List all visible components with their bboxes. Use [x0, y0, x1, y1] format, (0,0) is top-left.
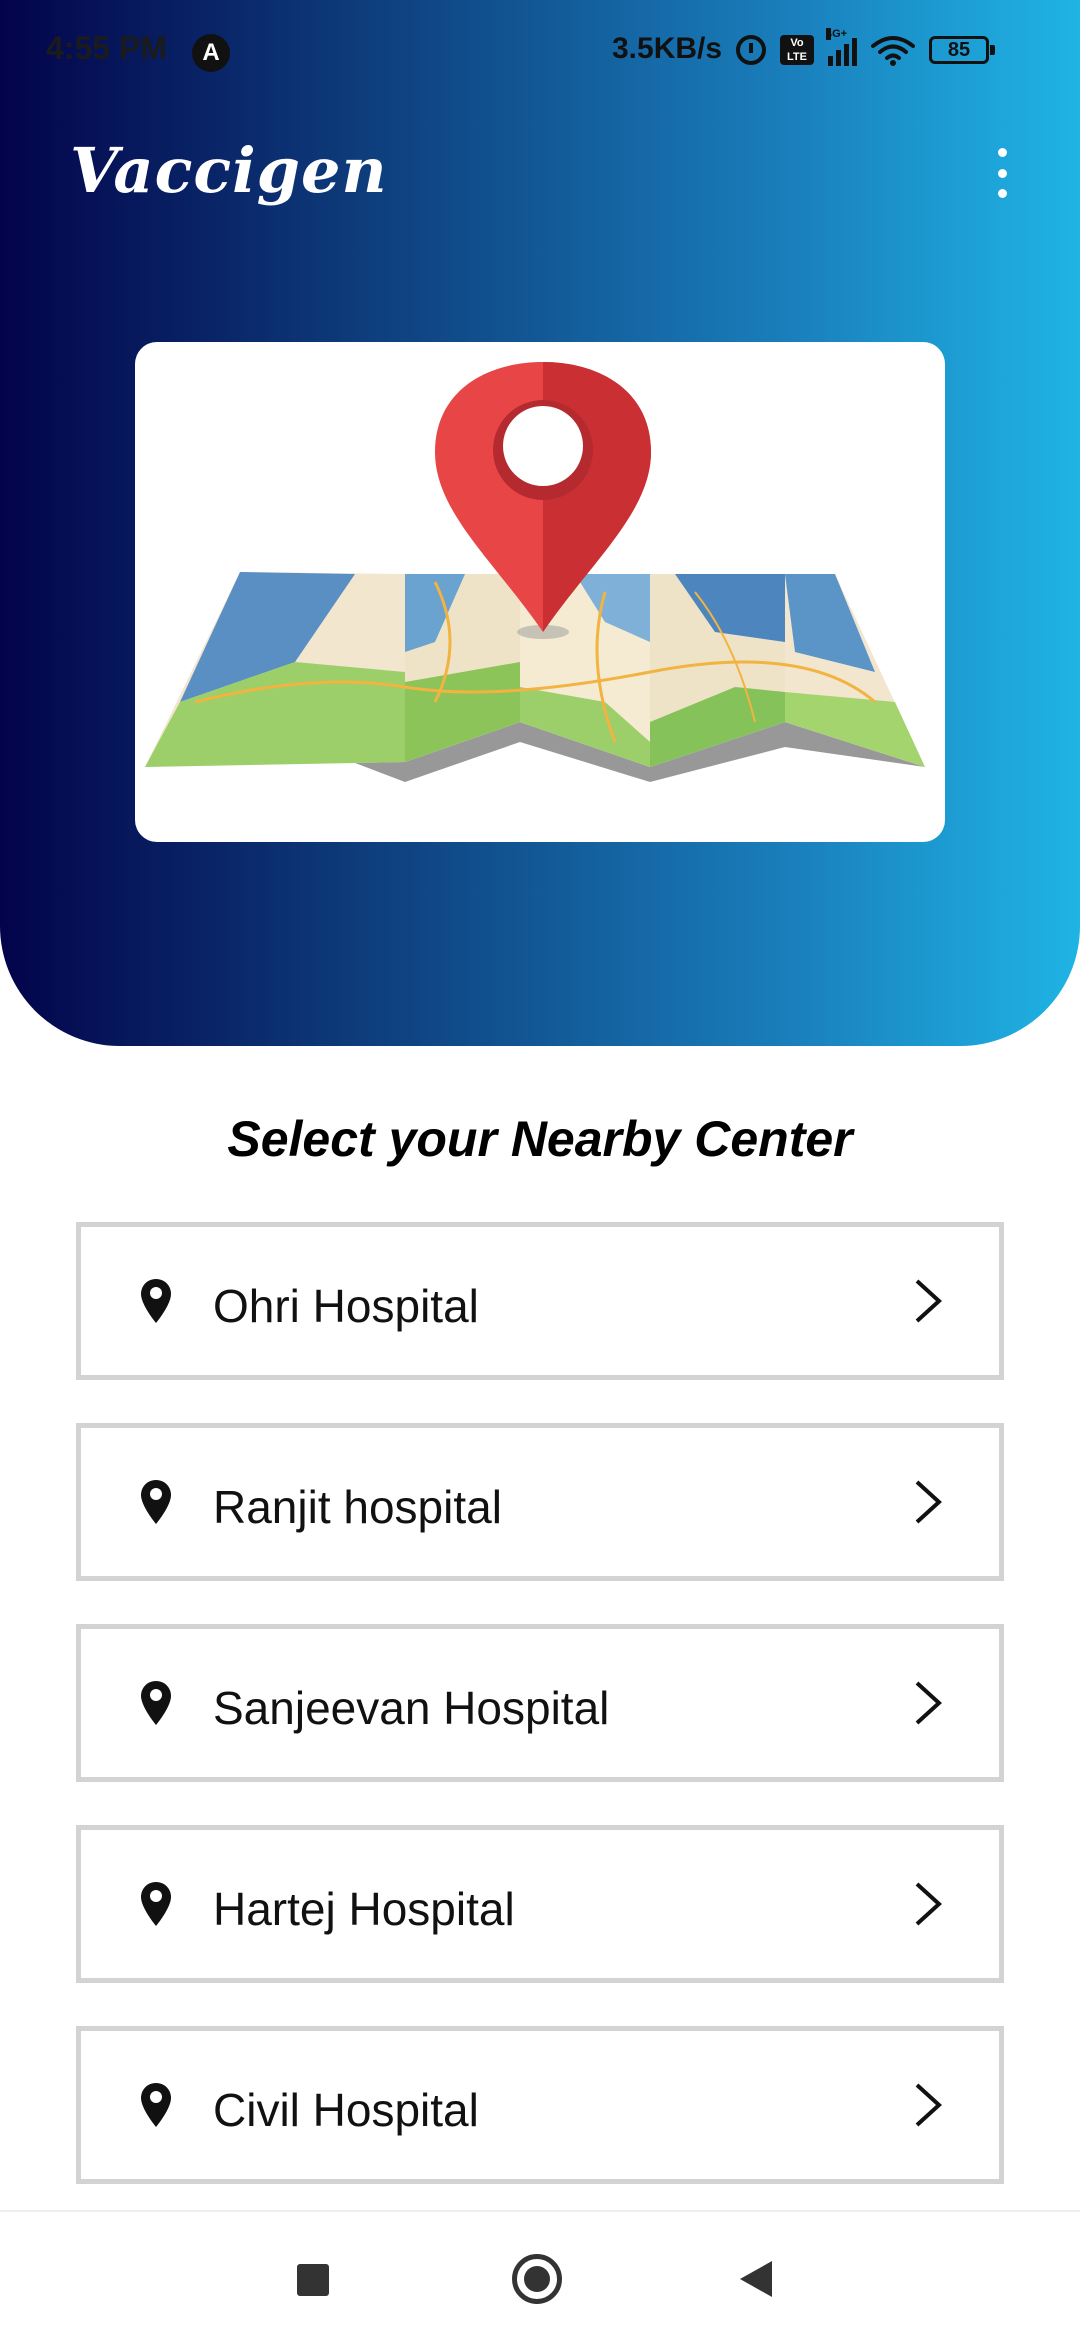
- location-pin-icon: [141, 2083, 171, 2127]
- location-pin-icon: [141, 1480, 171, 1524]
- center-item-civil-hospital[interactable]: Civil Hospital: [76, 2026, 1004, 2184]
- status-bar: 4:55 PM A 3.5KB/s Vo LTE 4G+ 85: [0, 0, 1080, 100]
- section-heading: Select your Nearby Center: [227, 1111, 853, 1167]
- map-pin-illustration-icon: [145, 362, 925, 782]
- map-illustration: [135, 342, 945, 842]
- volte-icon: Vo LTE: [780, 35, 814, 65]
- screen: 4:55 PM A 3.5KB/s Vo LTE 4G+ 85 Vaccigen: [0, 0, 1080, 2340]
- center-name: Ohri Hospital: [213, 1280, 479, 1332]
- center-item-ohri-hospital[interactable]: Ohri Hospital: [76, 1222, 1004, 1380]
- center-name: Ranjit hospital: [213, 1481, 502, 1533]
- location-pin-icon: [141, 1882, 171, 1926]
- location-pin-icon: [141, 1279, 171, 1323]
- back-triangle-icon[interactable]: [740, 2261, 772, 2297]
- center-name: Sanjeevan Hospital: [213, 1682, 610, 1734]
- center-name: Hartej Hospital: [213, 1883, 515, 1935]
- chevron-right-icon: [915, 1882, 942, 1926]
- alarm-icon: [736, 35, 766, 65]
- network-type-label: 4G+: [826, 28, 848, 40]
- chevron-right-icon: [915, 1681, 942, 1725]
- signal-icon: 4G+: [826, 28, 857, 66]
- wifi-icon: [871, 36, 915, 66]
- center-item-sanjeevan-hospital[interactable]: Sanjeevan Hospital: [76, 1624, 1004, 1782]
- chevron-right-icon: [915, 1480, 942, 1524]
- app-title: Vaccigen: [70, 134, 388, 207]
- recents-square-icon[interactable]: [297, 2264, 329, 2296]
- notification-badge-icon: A: [192, 34, 230, 72]
- more-options-icon[interactable]: [985, 148, 1019, 198]
- home-circle-icon[interactable]: [512, 2254, 562, 2304]
- battery-icon: 85: [929, 36, 995, 64]
- chevron-right-icon: [915, 2083, 942, 2127]
- system-nav-bar: [0, 2210, 1080, 2340]
- center-item-ranjit-hospital[interactable]: Ranjit hospital: [76, 1423, 1004, 1581]
- status-time: 4:55 PM: [46, 30, 167, 66]
- center-name: Civil Hospital: [213, 2084, 479, 2136]
- center-item-hartej-hospital[interactable]: Hartej Hospital: [76, 1825, 1004, 1983]
- location-pin-icon: [141, 1681, 171, 1725]
- status-icons: Vo LTE 4G+ 85: [736, 28, 995, 70]
- chevron-right-icon: [915, 1279, 942, 1323]
- network-speed: 3.5KB/s: [612, 32, 723, 65]
